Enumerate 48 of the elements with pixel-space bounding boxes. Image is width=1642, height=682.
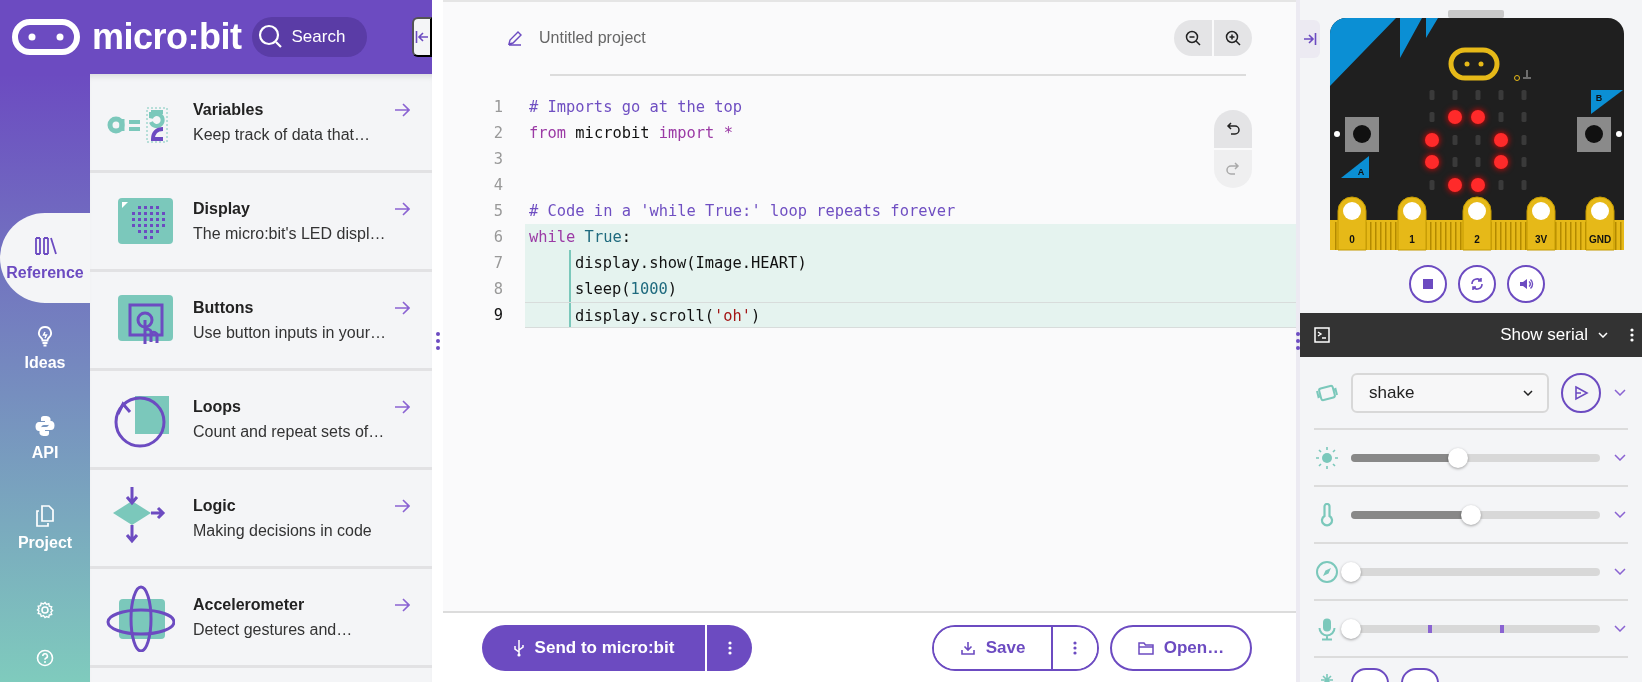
item-title: Buttons xyxy=(193,298,254,317)
button-label: B xyxy=(1595,93,1603,103)
button-label: A xyxy=(1357,167,1365,177)
pin-label: 2 xyxy=(1474,234,1480,245)
line-number: 1 xyxy=(492,97,504,118)
save-button[interactable]: Save xyxy=(934,626,1053,669)
code-line: # Imports go at the top xyxy=(529,97,743,118)
pin-label: 0 xyxy=(1349,234,1355,245)
reference-item[interactable]: Buttons Use button inputs in your… xyxy=(90,272,432,371)
line-number: 6 xyxy=(492,227,504,248)
item-description: Making decisions in code xyxy=(193,521,373,540)
line-number: 4 xyxy=(492,175,504,196)
pin-label: GND xyxy=(1588,234,1612,245)
code-line: display.scroll('oh') xyxy=(575,306,761,327)
line-number: 7 xyxy=(492,253,504,274)
open-button[interactable]: Open… xyxy=(1110,624,1252,671)
line-number: 2 xyxy=(492,123,504,144)
pin-label: 3V xyxy=(1534,234,1548,245)
search-field[interactable]: Search xyxy=(251,17,367,57)
code-line: from microbit import * xyxy=(529,123,733,144)
item-title: Display xyxy=(193,199,250,218)
reference-item[interactable]: Display The micro:bit's LED displ… xyxy=(90,173,432,272)
send-button[interactable]: Send to micro:bit xyxy=(482,624,705,671)
show-serial-button[interactable]: Show serial xyxy=(1500,325,1608,345)
item-description: The micro:bit's LED displ… xyxy=(193,224,387,243)
code-line: sleep(1000) xyxy=(575,279,677,300)
pin-label: 1 xyxy=(1409,234,1415,245)
reference-item[interactable]: Accelerometer Detect gestures and… xyxy=(90,569,432,668)
item-description: Keep track of data that… xyxy=(193,125,371,144)
code-line: while True: xyxy=(529,227,631,248)
item-description: Count and repeat sets of… xyxy=(193,422,386,441)
line-number: 5 xyxy=(492,201,504,222)
logo-text: micro:bit xyxy=(92,16,242,58)
reference-item[interactable]: Loops Count and repeat sets of… xyxy=(90,371,432,470)
item-title: Variables xyxy=(193,100,264,119)
code-line: # Code in a 'while True:' loop repeats forever xyxy=(529,201,956,222)
item-description: Detect gestures and… xyxy=(193,620,354,639)
line-number: 3 xyxy=(492,149,504,170)
line-number: 9 xyxy=(492,305,504,326)
nav-tab[interactable]: Reference xyxy=(0,213,90,303)
item-description: Use button inputs in your… xyxy=(193,323,387,342)
gesture-dropdown[interactable]: shake xyxy=(1351,372,1549,413)
item-title: Loops xyxy=(193,397,241,416)
item-title: Logic xyxy=(193,496,236,515)
project-name[interactable]: Untitled project xyxy=(539,29,646,47)
line-number: 8 xyxy=(492,279,504,300)
item-title: Accelerometer xyxy=(193,595,305,614)
code-line: display.show(Image.HEART) xyxy=(575,253,807,274)
